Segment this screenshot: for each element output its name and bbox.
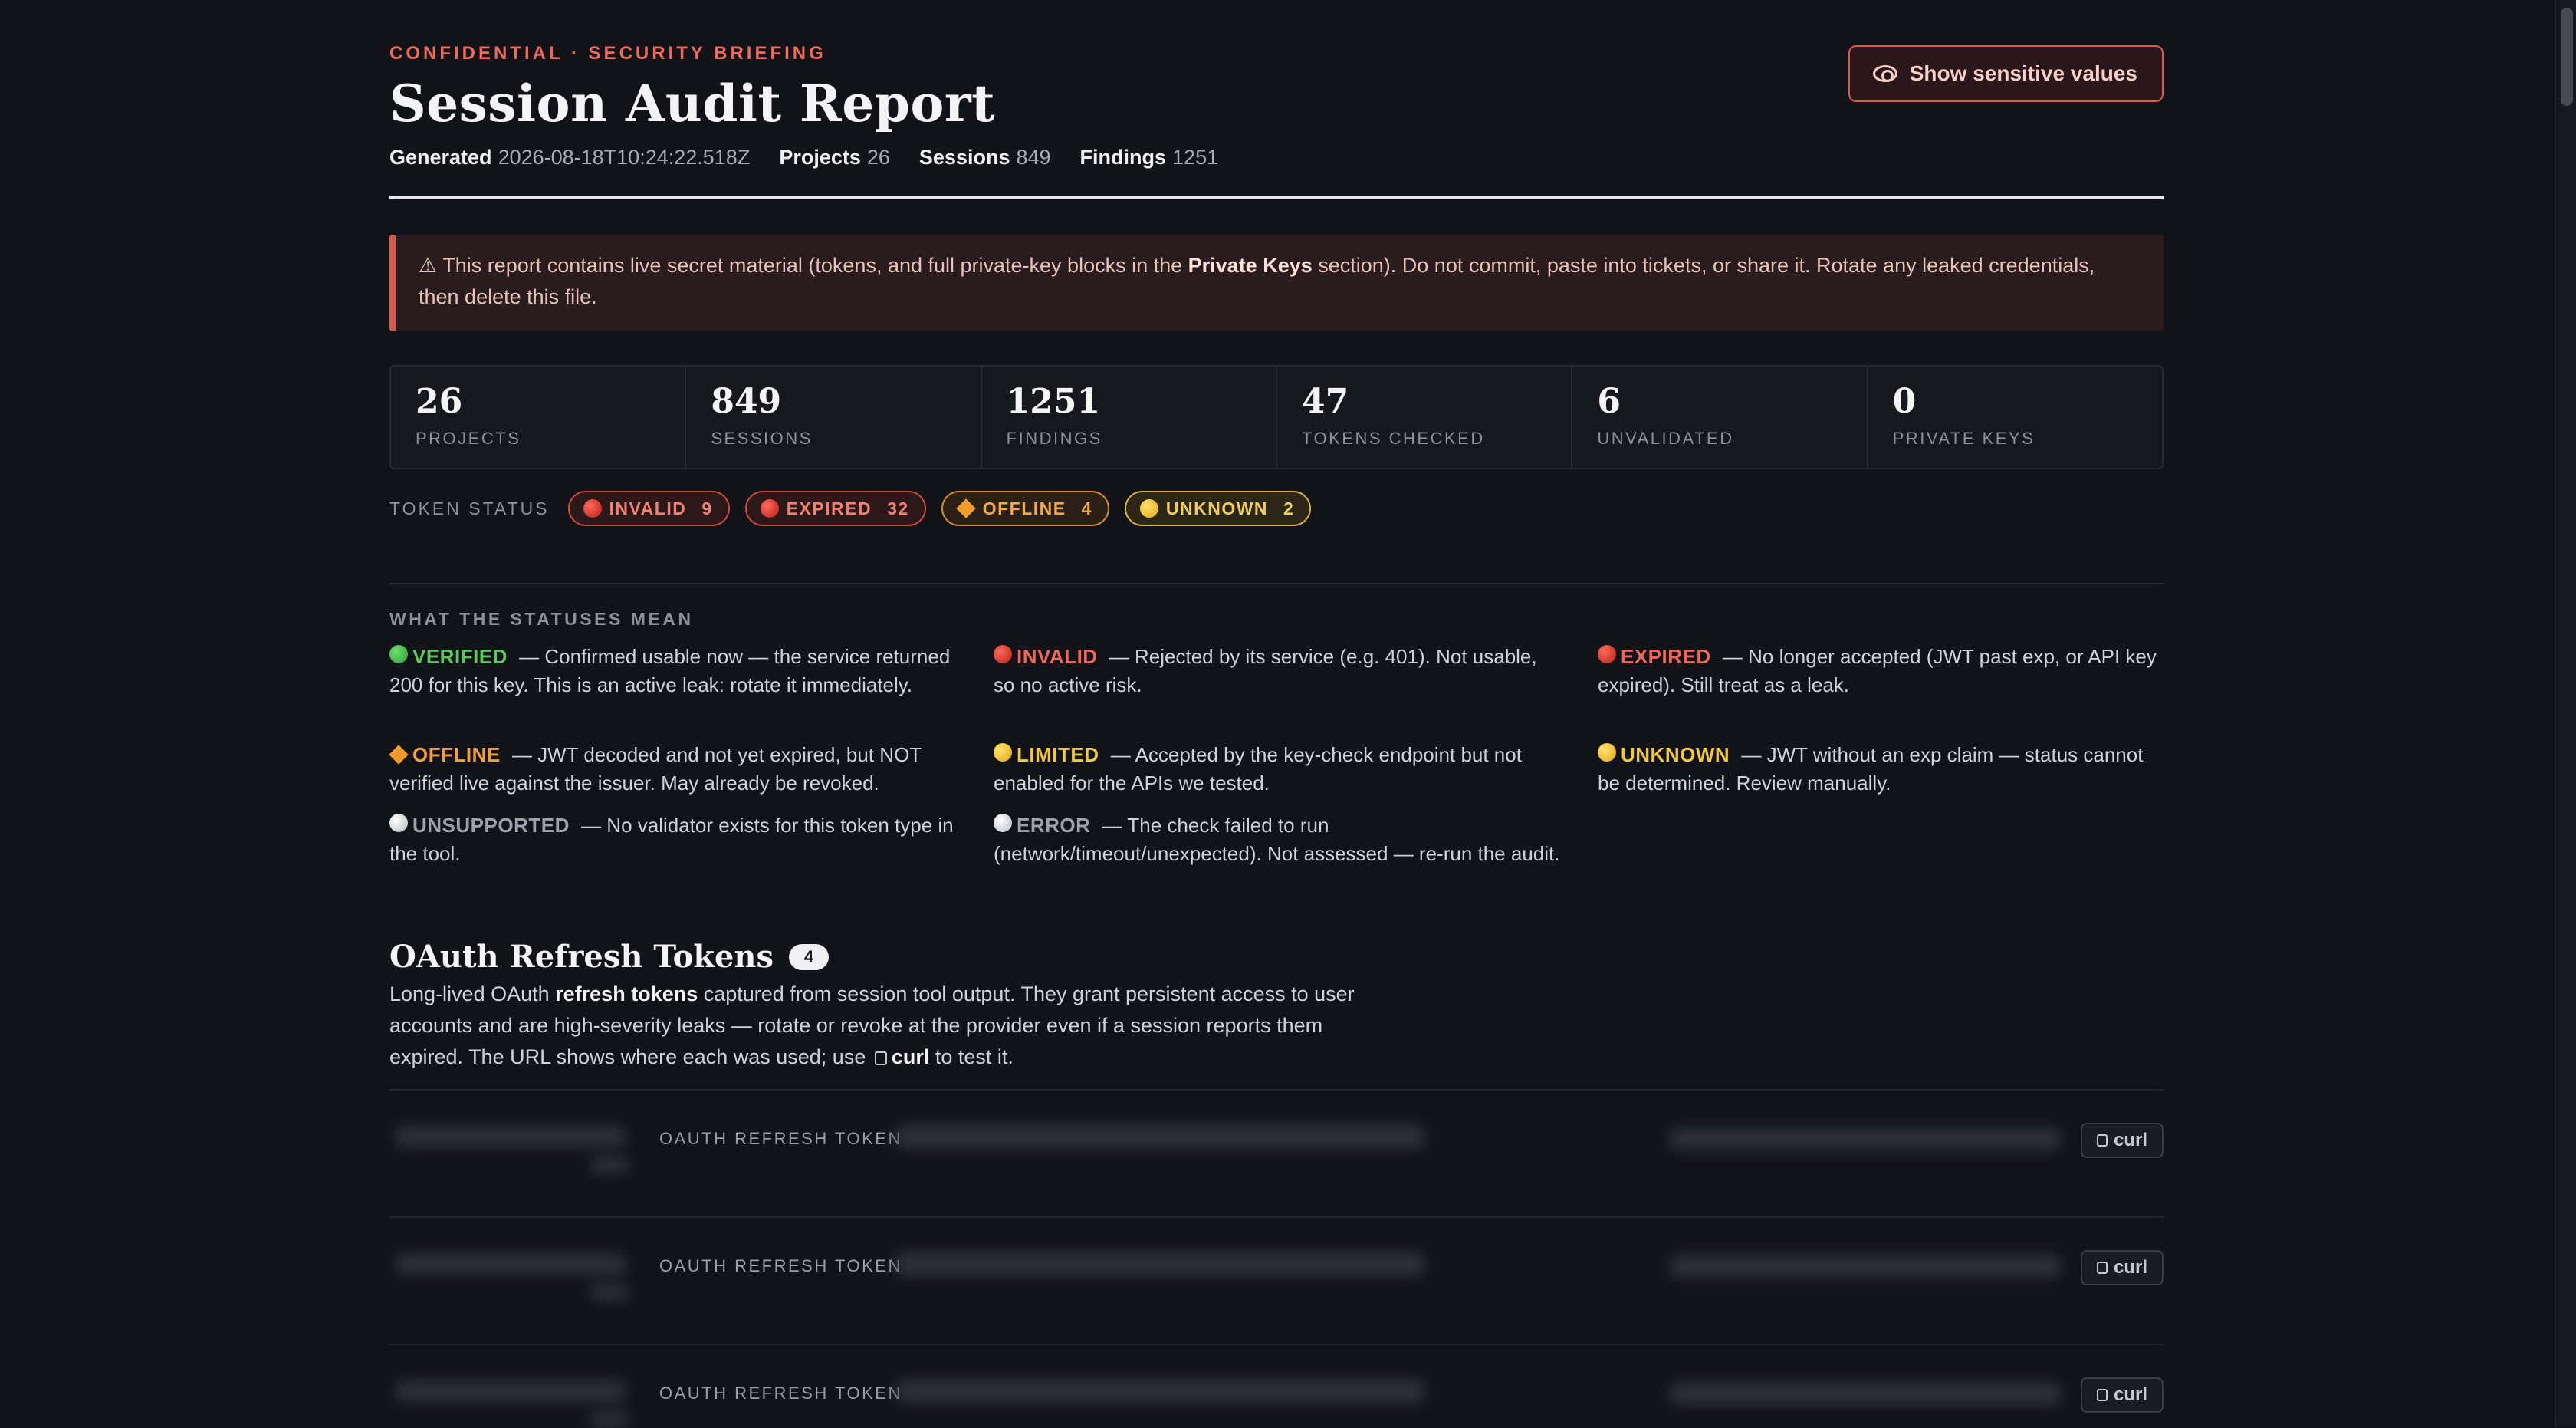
- report-meta: Generated 2026-08-18T10:24:22.518Z Projec…: [389, 146, 1218, 169]
- status-pill-unknown[interactable]: UNKNOWN 2: [1124, 491, 1312, 526]
- legend-item-expired: EXPIRED — No longer accepted (JWT past e…: [1598, 645, 2157, 696]
- token-kind-label: OAUTH REFRESH TOKEN: [659, 1384, 902, 1403]
- status-pill-expired[interactable]: EXPIRED 32: [744, 491, 926, 526]
- token-status-filters: TOKEN STATUS INVALID 9 EXPIRED 32 OFFLINE 4…: [389, 491, 1312, 526]
- yellow-circle-icon: [1598, 743, 1616, 762]
- orange-diamond-icon: [955, 498, 976, 518]
- warning-strong: Private Keys: [1188, 254, 1313, 277]
- legend-item-invalid: INVALID — Rejected by its service (e.g. …: [994, 645, 1537, 696]
- table-row: OAUTH REFRESH TOKEN curl: [389, 1344, 2164, 1428]
- oauth-section-header: OAuth Refresh Tokens 4: [389, 939, 830, 975]
- legend-item-error: ERROR — The check failed to run (network…: [994, 814, 1560, 865]
- table-row: OAUTH REFRESH TOKEN curl: [389, 1089, 2164, 1216]
- show-sensitive-values-button[interactable]: Show sensitive values: [1848, 45, 2164, 102]
- redacted-token-value: [895, 1379, 1424, 1403]
- stat-unvalidated: 6 UNVALIDATED: [1572, 367, 1868, 468]
- eyebrow-label: CONFIDENTIAL · SECURITY BRIEFING: [389, 43, 826, 64]
- red-circle-icon: [994, 645, 1012, 663]
- stat-findings: 1251 FINDINGS: [982, 367, 1277, 468]
- stat-projects: 26 PROJECTS: [391, 367, 687, 468]
- show-sensitive-values-label: Show sensitive values: [1909, 61, 2137, 85]
- red-circle-icon: [1598, 645, 1616, 663]
- copy-icon: [2096, 1134, 2108, 1147]
- curl-button[interactable]: curl: [2081, 1123, 2164, 1158]
- copy-icon: [2096, 1262, 2108, 1274]
- meta-findings: Findings 1251: [1079, 146, 1219, 169]
- legend-item-unsupported: UNSUPPORTED — No validator exists for th…: [389, 814, 954, 865]
- red-circle-icon: [583, 499, 602, 518]
- redacted-token-value: [895, 1124, 1424, 1149]
- report-header: CONFIDENTIAL · SECURITY BRIEFING Session…: [389, 0, 2164, 199]
- summary-stats: 26 PROJECTS 849 SESSIONS 1251 FINDINGS 47 TO…: [389, 365, 2164, 469]
- orange-diamond-icon: [389, 745, 409, 765]
- redacted-session: [590, 1411, 629, 1428]
- legend-item-verified: VERIFIED — Confirmed usable now — the se…: [389, 645, 951, 696]
- scrollbar-thumb[interactable]: [2561, 8, 2573, 106]
- curl-button[interactable]: curl: [2081, 1250, 2164, 1285]
- legend-item-limited: LIMITED — Accepted by the key-check endp…: [994, 743, 1522, 795]
- legend-item-unknown: UNKNOWN — JWT without an exp claim — sta…: [1598, 743, 2144, 795]
- oauth-section-description: Long-lived OAuth refresh tokens captured…: [389, 982, 1355, 1068]
- oauth-count-badge: 4: [789, 943, 830, 970]
- yellow-circle-icon: [1139, 499, 1158, 518]
- redacted-project: [396, 1253, 626, 1275]
- meta-projects: Projects 26: [779, 146, 890, 169]
- secret-warning-banner: ⚠ This report contains live secret mater…: [389, 235, 2164, 331]
- stat-sessions: 849 SESSIONS: [686, 367, 982, 468]
- redacted-url: [1670, 1127, 2061, 1150]
- stat-private-keys: 0 PRIVATE KEYS: [1892, 382, 2036, 448]
- green-circle-icon: [389, 645, 408, 663]
- oauth-section-title: OAuth Refresh Tokens: [389, 939, 774, 975]
- meta-sessions: Sessions 849: [918, 146, 1051, 169]
- red-circle-icon: [760, 499, 779, 518]
- vertical-scrollbar[interactable]: [2555, 0, 2576, 1426]
- token-kind-label: OAUTH REFRESH TOKEN: [659, 1129, 902, 1148]
- redacted-session: [590, 1157, 629, 1173]
- white-circle-icon: [389, 814, 408, 832]
- redacted-session: [590, 1284, 629, 1301]
- legend-title: WHAT THE STATUSES MEAN: [389, 609, 694, 629]
- eye-icon: [1872, 65, 1898, 82]
- redacted-project: [396, 1380, 626, 1402]
- copy-icon: [2096, 1389, 2108, 1401]
- curl-button[interactable]: curl: [2081, 1377, 2164, 1413]
- copy-icon: [874, 1051, 887, 1065]
- token-kind-label: OAUTH REFRESH TOKEN: [659, 1256, 902, 1275]
- page-title: Session Audit Report: [389, 74, 996, 133]
- yellow-circle-icon: [994, 743, 1012, 762]
- status-pill-offline[interactable]: OFFLINE 4: [941, 491, 1109, 526]
- status-pill-invalid[interactable]: INVALID 9: [567, 491, 730, 526]
- report-page: CONFIDENTIAL · SECURITY BRIEFING Session…: [389, 0, 2164, 1428]
- warning-text: ⚠ This report contains live secret mater…: [419, 254, 1188, 277]
- section-divider: [389, 583, 2164, 584]
- redacted-token-value: [895, 1252, 1424, 1276]
- redacted-url: [1670, 1255, 2061, 1278]
- white-circle-icon: [994, 814, 1012, 832]
- redacted-project: [396, 1126, 626, 1147]
- legend-item-offline: OFFLINE — JWT decoded and not yet expire…: [389, 743, 922, 795]
- redacted-url: [1670, 1382, 2061, 1405]
- meta-generated: Generated 2026-08-18T10:24:22.518Z: [389, 146, 751, 169]
- stat-tokens-checked: 47 TOKENS CHECKED: [1277, 367, 1573, 468]
- table-row: OAUTH REFRESH TOKEN curl: [389, 1216, 2164, 1344]
- token-status-label: TOKEN STATUS: [389, 498, 550, 518]
